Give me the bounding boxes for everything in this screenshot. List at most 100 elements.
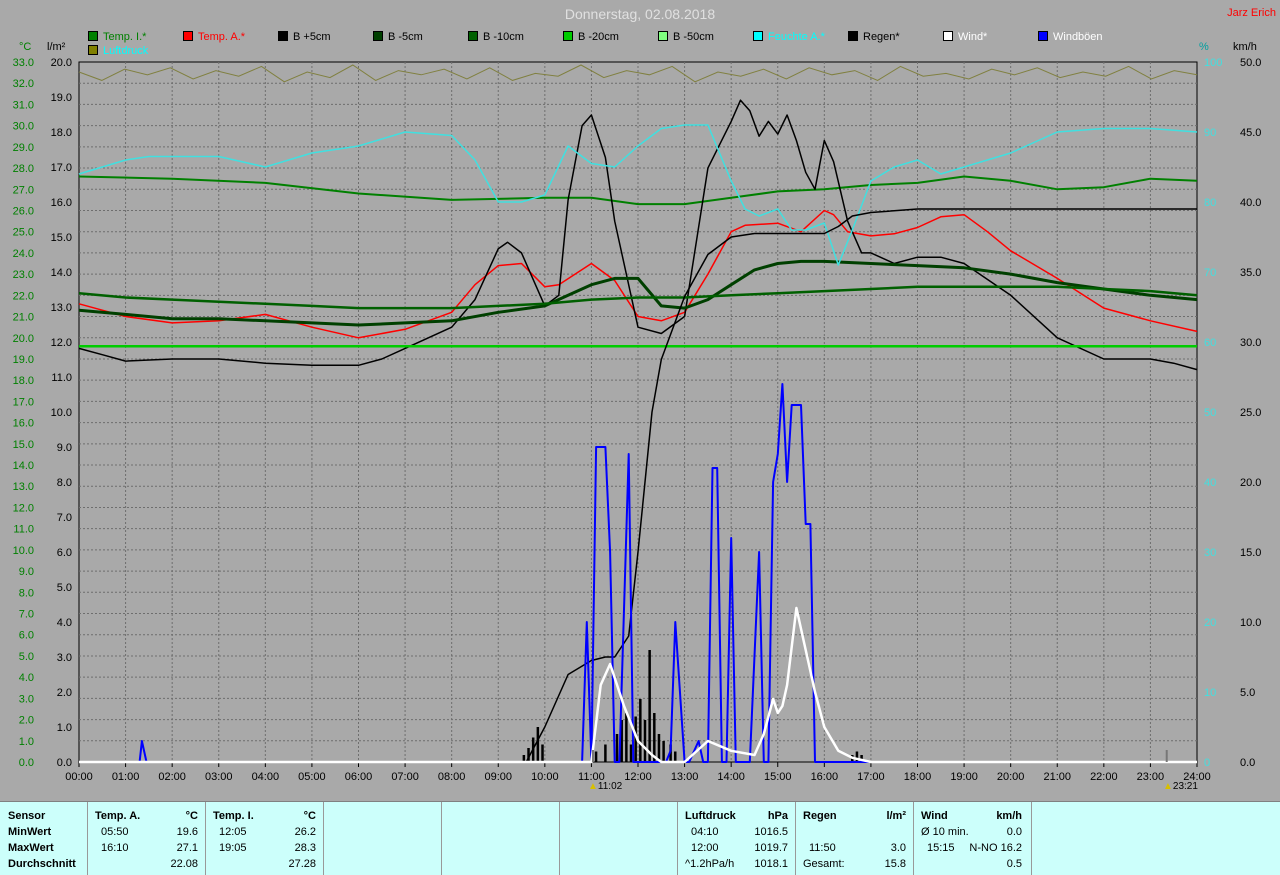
- legend-label: Temp. A.*: [198, 31, 246, 43]
- marker-2: ▲23:21: [1163, 781, 1198, 792]
- temp-tick-label: 20.0: [13, 333, 34, 345]
- legend-label: B -10cm: [483, 31, 524, 43]
- temp-tick-label: 16.0: [13, 418, 34, 430]
- temp-i-min: 26.2: [294, 826, 316, 838]
- time-tick-label: 15:00: [764, 771, 792, 783]
- legend-item[interactable]: Temp. I.*: [88, 31, 146, 44]
- legend-item[interactable]: Windböen: [1038, 31, 1103, 44]
- legend-swatch: [943, 31, 953, 41]
- legend-item[interactable]: Wind*: [943, 31, 987, 44]
- rain-tick-label: 11.0: [51, 372, 72, 384]
- wind-max-dir: N-NO 16.2: [969, 842, 1022, 854]
- temp-tick-label: 6.0: [19, 630, 34, 642]
- rain-tick-label: 1.0: [57, 722, 72, 734]
- column-divider: [559, 802, 560, 875]
- rain-tick-label: 15.0: [51, 232, 72, 244]
- rain-tick-label: 14.0: [51, 267, 72, 279]
- legend-item[interactable]: B -10cm: [468, 31, 524, 44]
- humidity-tick-label: 20: [1204, 617, 1216, 629]
- temp-tick-label: 13.0: [13, 481, 34, 493]
- time-tick-label: 16:00: [811, 771, 839, 783]
- rain-tick-label: 19.0: [51, 92, 72, 104]
- time-tick-label: 08:00: [438, 771, 466, 783]
- legend-item[interactable]: Temp. A.*: [183, 31, 245, 44]
- time-tick-label: 14:00: [717, 771, 745, 783]
- temp-i-min-time: 12:05: [219, 826, 247, 838]
- rain-tick-label: 6.0: [57, 547, 72, 559]
- pressure-min: 1016.5: [754, 826, 788, 838]
- wind-avg-val: 0.5: [1006, 858, 1022, 870]
- legend-label: B -5cm: [388, 31, 423, 43]
- wind-tick-label: 35.0: [1240, 267, 1261, 279]
- temp-unit-label: °C: [19, 41, 32, 53]
- time-tick-label: 19:00: [950, 771, 978, 783]
- rain-unit: l/m²: [886, 810, 906, 822]
- humidity-tick-label: 30: [1204, 547, 1216, 559]
- humidity-tick-label: 0: [1204, 757, 1210, 769]
- time-tick-label: 06:00: [345, 771, 373, 783]
- temp-tick-label: 2.0: [19, 715, 34, 727]
- temp-tick-label: 21.0: [13, 312, 34, 324]
- temp-tick-label: 23.0: [13, 269, 34, 281]
- legend-item[interactable]: Regen*: [848, 31, 900, 44]
- legend-item[interactable]: B -50cm: [658, 31, 714, 44]
- legend-item[interactable]: Feuchte A.*: [753, 31, 825, 44]
- column-divider: [441, 802, 442, 875]
- column-divider: [795, 802, 796, 875]
- rain-tick-label: 4.0: [57, 617, 72, 629]
- legend-swatch: [373, 31, 383, 41]
- time-tick-label: 18:00: [904, 771, 932, 783]
- temp-tick-label: 1.0: [19, 736, 34, 748]
- legend-swatch: [88, 31, 98, 41]
- rain-max-time: 11:50: [809, 842, 836, 854]
- legend-item[interactable]: B +5cm: [278, 31, 331, 44]
- time-tick-label: 21:00: [1043, 771, 1071, 783]
- time-tick-label: 04:00: [252, 771, 280, 783]
- humidity-tick-label: 40: [1204, 477, 1216, 489]
- pressure-trend-label: ^1.2hPa/h: [685, 858, 735, 870]
- temp-a-min: 19.6: [176, 826, 198, 838]
- pressure-max: 1019.7: [754, 842, 788, 854]
- rain-tick-label: 18.0: [51, 127, 72, 139]
- rain-max: 3.0: [890, 842, 906, 854]
- rain-tick-label: 5.0: [57, 582, 72, 594]
- stats-panel: Sensor MinWert MaxWert Durchschnitt Temp…: [0, 801, 1280, 875]
- legend-label: Windböen: [1053, 31, 1103, 43]
- temp-tick-label: 7.0: [19, 609, 34, 621]
- temp-tick-label: 25.0: [13, 227, 34, 239]
- temp-tick-label: 11.0: [13, 524, 34, 536]
- warning-icon: ▲: [588, 781, 598, 792]
- temp-tick-label: 3.0: [19, 693, 34, 705]
- legend-swatch: [88, 45, 98, 55]
- legend-item[interactable]: B -20cm: [563, 31, 619, 44]
- temp-tick-label: 22.0: [13, 290, 34, 302]
- temp-tick-label: 27.0: [13, 184, 34, 196]
- humidity-tick-label: 90: [1204, 127, 1216, 139]
- time-tick-label: 20:00: [997, 771, 1025, 783]
- time-tick-label: 07:00: [391, 771, 419, 783]
- time-tick-label: 12:00: [624, 771, 652, 783]
- pressure-min-time: 04:10: [691, 826, 719, 838]
- time-tick-label: 09:00: [484, 771, 512, 783]
- rain-tick-label: 2.0: [57, 687, 72, 699]
- temp-a-unit: °C: [185, 810, 198, 822]
- temp-tick-label: 19.0: [13, 354, 34, 366]
- legend-label: Regen*: [863, 31, 900, 43]
- wind-tick-label: 5.0: [1240, 687, 1255, 699]
- wind-tick-label: 10.0: [1240, 617, 1261, 629]
- temp-i-max: 28.3: [294, 842, 316, 854]
- legend-item[interactable]: Luftdruck: [88, 45, 148, 58]
- legend-label: Feuchte A.*: [768, 31, 825, 43]
- temp-tick-label: 15.0: [13, 439, 34, 451]
- legend-swatch: [1038, 31, 1048, 41]
- humidity-tick-label: 70: [1204, 267, 1216, 279]
- legend-item[interactable]: B -5cm: [373, 31, 423, 44]
- humidity-tick-label: 50: [1204, 407, 1216, 419]
- temp-tick-label: 24.0: [13, 248, 34, 260]
- legend-label: B +5cm: [293, 31, 331, 43]
- column-divider: [87, 802, 88, 875]
- time-tick-label: 03:00: [205, 771, 233, 783]
- wind-tick-label: 30.0: [1240, 337, 1261, 349]
- wind-header: Wind: [921, 810, 948, 822]
- column-divider: [677, 802, 678, 875]
